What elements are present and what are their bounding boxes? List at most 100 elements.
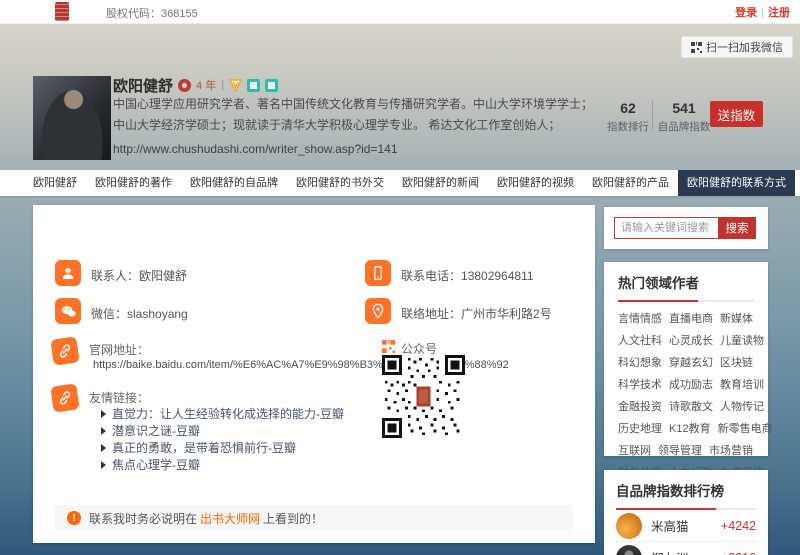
self-brand-index-value: 541 (656, 100, 712, 116)
tag[interactable]: 科幻想象 (618, 354, 662, 370)
notice-prefix: 联系我时务必说明在 (89, 512, 197, 526)
contact-panel: 联系人：欧阳健舒 联系电话：13802964811 微信：slashoyang … (33, 205, 595, 543)
tag[interactable]: 区块链 (720, 354, 753, 370)
friend-link-2-label: 潜意识之谜-豆瓣 (112, 422, 200, 439)
contact-wechat: 微信：slashoyang (91, 305, 188, 322)
author-avatar (33, 76, 111, 160)
tag[interactable]: 成功励志 (669, 376, 713, 392)
exclamation-icon: ! (67, 511, 81, 525)
arrow-icon (101, 410, 106, 418)
contact-person-label: 联系人： (91, 269, 139, 283)
tab-author[interactable]: 欧阳健舒 (24, 170, 86, 196)
friend-links-label: 友情链接： (89, 389, 149, 406)
qr-mini-icon (691, 42, 702, 53)
friend-links-icon (50, 383, 79, 412)
tag[interactable]: 科学技术 (618, 376, 662, 392)
tab-self-brand[interactable]: 欧阳健舒的自品牌 (181, 170, 287, 196)
friend-link-3[interactable]: 真正的勇敢，是带着恐惧前行-豆瓣 (101, 439, 296, 456)
media-badge-icon-2 (265, 79, 278, 92)
verified-seal-badge-icon (178, 79, 191, 92)
self-brand-rank-panel: 自品牌指数排行榜 米高猫 +4242 郑九洲 +3316 (604, 470, 768, 555)
rank-avatar-1 (616, 513, 642, 539)
tag[interactable]: 金融投资 (618, 398, 662, 414)
tag[interactable]: 新媒体 (720, 310, 753, 326)
contact-address: 联络地址：广州市华利路2号 (401, 305, 552, 322)
tab-contact-active[interactable]: 欧阳健舒的联系方式 (678, 170, 795, 196)
friend-link-4[interactable]: 焦点心理学-豆瓣 (101, 456, 200, 473)
tag[interactable]: K12教育 (669, 420, 711, 436)
friend-link-2[interactable]: 潜意识之谜-豆瓣 (101, 422, 200, 439)
tab-book-diplomacy[interactable]: 欧阳健舒的书外交 (287, 170, 393, 196)
tag[interactable]: 言情情感 (618, 310, 662, 326)
stat-divider (652, 100, 653, 130)
tab-works[interactable]: 欧阳健舒的著作 (86, 170, 181, 196)
profile-url-link[interactable]: http://www.chushudashi.com/writer_show.a… (113, 142, 398, 156)
contact-phone-value: 13802964811 (461, 269, 534, 283)
phone-icon (365, 260, 391, 286)
tab-products[interactable]: 欧阳健舒的产品 (583, 170, 678, 196)
tag[interactable]: 领导管理 (658, 442, 702, 458)
arrow-icon (101, 444, 106, 452)
tag[interactable]: 穿越玄幻 (669, 354, 713, 370)
arrow-icon (101, 427, 106, 435)
mp-qr-code (382, 355, 465, 438)
search-input[interactable] (614, 217, 718, 239)
notice-suffix: 上看到的！ (263, 512, 323, 526)
tag[interactable]: 心灵成长 (669, 332, 713, 348)
tag[interactable]: 历史地理 (618, 420, 662, 436)
rank-name-2: 郑九洲 (651, 548, 721, 555)
tag[interactable]: 人物传记 (720, 398, 764, 414)
tag[interactable]: 教育培训 (720, 376, 764, 392)
location-pin-icon (365, 298, 391, 324)
tag[interactable]: 互联网 (618, 442, 651, 458)
rank-score-2: +3316 (721, 551, 756, 555)
membership-years: 4 年 (196, 77, 216, 93)
friend-link-1[interactable]: 直觉力：让人生经验转化成选择的能力-豆瓣 (101, 405, 344, 422)
link-icon (50, 336, 79, 365)
arrow-icon (101, 461, 106, 469)
tab-news[interactable]: 欧阳健舒的新闻 (393, 170, 488, 196)
login-link[interactable]: 登录 (735, 7, 757, 19)
friend-link-1-label: 直觉力：让人生经验转化成选择的能力-豆瓣 (112, 405, 344, 422)
index-rank-label: 指数排行 (600, 119, 656, 134)
panel-divider (616, 508, 756, 510)
register-link[interactable]: 注册 (768, 7, 790, 19)
tag[interactable]: 市场营销 (709, 442, 753, 458)
tag[interactable]: 直播电商 (669, 310, 713, 326)
media-badge-icon-1 (247, 79, 260, 92)
notice-text: 联系我时务必说明在出书大师网上看到的！ (89, 510, 323, 527)
tag[interactable]: 儿童读物 (720, 332, 764, 348)
index-rank-value: 62 (600, 100, 656, 116)
person-icon (55, 260, 81, 286)
auth-links: 登录|注册 (735, 4, 790, 20)
badge-separator: | (221, 79, 224, 91)
tag[interactable]: 人文社科 (618, 332, 662, 348)
contact-address-label: 联络地址： (401, 307, 461, 321)
self-brand-index-stat: 541 自品牌指数 (656, 100, 712, 134)
friend-link-4-label: 焦点心理学-豆瓣 (112, 456, 200, 473)
profile-tab-bar: 欧阳健舒 欧阳健舒的著作 欧阳健舒的自品牌 欧阳健舒的书外交 欧阳健舒的新闻 欧… (0, 170, 800, 196)
tag[interactable]: 新零售电商 (718, 420, 773, 436)
rank-row-1[interactable]: 米高猫 +4242 (616, 510, 756, 542)
panel-divider (618, 300, 754, 302)
author-name: 欧阳健舒 (113, 75, 173, 96)
website-label: 官网地址： (89, 341, 149, 358)
rank-title: 自品牌指数排行榜 (616, 480, 756, 500)
mp-qr-mini-icon (382, 340, 395, 353)
contact-phone: 联系电话：13802964811 (401, 267, 534, 284)
contact-wechat-value: slashoyang (127, 307, 188, 321)
author-name-row: 欧阳健舒 4 年 | (113, 76, 278, 94)
tag[interactable]: 诗歌散文 (669, 398, 713, 414)
rank-row-2[interactable]: 郑九洲 +3316 (616, 542, 756, 555)
tab-videos[interactable]: 欧阳健舒的视频 (488, 170, 583, 196)
search-button[interactable]: 搜索 (718, 217, 756, 239)
stock-code: 股权代码：368155 (106, 5, 198, 21)
contact-wechat-label: 微信： (91, 307, 127, 321)
page: 股权代码：368155 登录|注册 扫一扫加我微信 欧阳健舒 4 年 | 中国心… (0, 0, 800, 555)
wechat-scan-button[interactable]: 扫一扫加我微信 (681, 36, 793, 58)
send-index-button[interactable]: 送指数 (710, 101, 763, 127)
notice-site-link[interactable]: 出书大师网 (200, 512, 260, 526)
wechat-scan-label: 扫一扫加我微信 (706, 39, 783, 55)
rank-name-1: 米高猫 (651, 516, 721, 535)
top-bar: 股权代码：368155 登录|注册 (0, 0, 800, 24)
